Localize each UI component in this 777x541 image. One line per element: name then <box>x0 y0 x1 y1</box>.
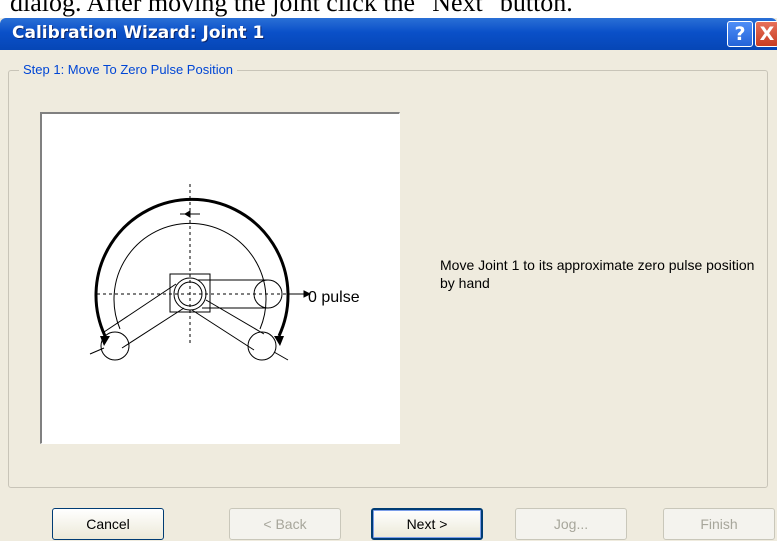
window-title: Calibration Wizard: Joint 1 <box>12 23 265 43</box>
next-button[interactable]: Next > <box>371 508 483 540</box>
instruction-text: Move Joint 1 to its approximate zero pul… <box>440 257 755 291</box>
zero-pulse-label: 0 pulse <box>308 289 360 306</box>
document-text: dialog. After moving the joint click the… <box>10 0 573 17</box>
back-button[interactable]: < Back <box>229 508 341 540</box>
help-button[interactable]: ? <box>727 21 753 47</box>
jog-button[interactable]: Jog... <box>515 508 627 540</box>
step-label: Step 1: Move To Zero Pulse Position <box>19 62 238 77</box>
finish-button[interactable]: Finish <box>663 508 775 540</box>
joint-diagram-panel: 0 pulse <box>40 112 400 444</box>
joint-diagram <box>89 184 312 361</box>
title-bar[interactable]: Calibration Wizard: Joint 1 ? X <box>0 18 777 50</box>
cancel-button[interactable]: Cancel <box>52 508 164 540</box>
close-button[interactable]: X <box>755 21 777 47</box>
